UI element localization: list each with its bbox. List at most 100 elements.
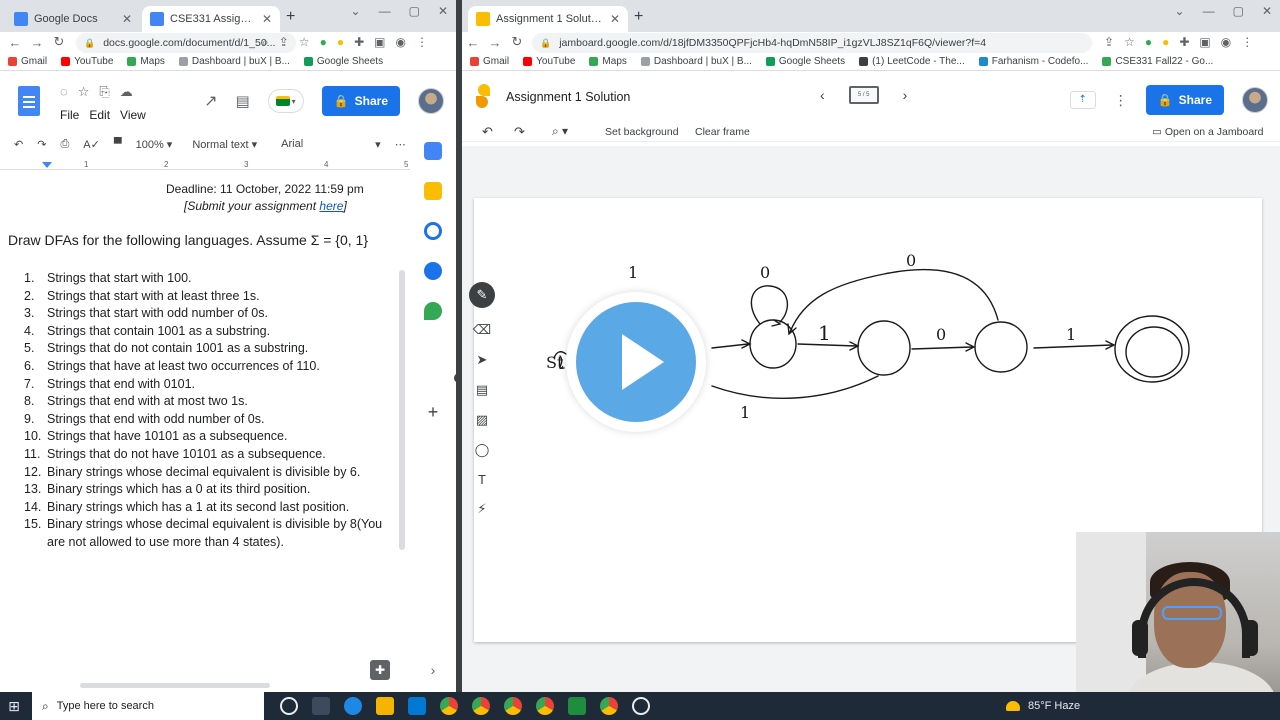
bookmark-youtube[interactable]: YouTube	[61, 56, 113, 67]
bookmark-drive[interactable]: CSE331 Fall22 - Go...	[1102, 56, 1213, 67]
close-window-icon[interactable]: ✕	[1262, 4, 1272, 18]
reload-icon[interactable]: ↻	[506, 34, 528, 50]
puzzle-icon[interactable]: ✚	[1179, 35, 1189, 49]
reload-icon[interactable]: ↻	[48, 34, 70, 50]
eraser-icon[interactable]: ⌫	[473, 322, 491, 338]
select-cursor-icon[interactable]: ➤	[477, 352, 488, 368]
bookmark-sheets[interactable]: Google Sheets	[765, 56, 845, 67]
paint-format-icon[interactable]: ▀	[114, 138, 122, 150]
bulb-icon[interactable]: ●	[337, 35, 344, 50]
minimize-icon[interactable]: —	[1203, 4, 1215, 18]
document-page[interactable]: Deadline: 11 October, 2022 11:59 pm [Sub…	[0, 172, 410, 680]
jamboard-logo-icon[interactable]	[476, 84, 490, 110]
spellcheck-icon[interactable]: A✓	[83, 138, 100, 151]
sticky-note-icon[interactable]: ▤	[476, 382, 488, 398]
grammarly-icon[interactable]: ●	[320, 35, 327, 50]
back-icon[interactable]: ←	[4, 35, 26, 50]
bookmark-youtube[interactable]: YouTube	[523, 56, 575, 67]
prev-frame-icon[interactable]: ‹	[820, 87, 825, 103]
circle-shape-icon[interactable]: ◯	[475, 442, 490, 458]
bookmark-dashboard[interactable]: Dashboard | buX | B...	[178, 56, 290, 67]
contacts-icon[interactable]	[424, 262, 442, 280]
tab-google-docs[interactable]: Google Docs ✕	[6, 6, 140, 32]
next-frame-icon[interactable]: ›	[903, 87, 908, 103]
close-icon[interactable]: ✕	[610, 12, 620, 26]
bookmark-gmail[interactable]: Gmail	[470, 56, 509, 67]
windows-start-icon[interactable]: ⊞	[0, 698, 28, 715]
print-icon[interactable]: ⎙	[60, 138, 69, 151]
sidebar-icon[interactable]: ▣	[374, 35, 385, 50]
bookmark-gmail[interactable]: Gmail	[8, 56, 47, 67]
puzzle-icon[interactable]: ✚	[354, 35, 364, 50]
chrome-icon-2[interactable]	[504, 697, 522, 715]
bookmark-maps[interactable]: Maps	[127, 56, 165, 67]
submit-link[interactable]: here	[319, 199, 343, 213]
bookmark-sheets[interactable]: Google Sheets	[303, 56, 383, 67]
profile-icon[interactable]: ◉	[395, 35, 405, 50]
menu-view[interactable]: View	[120, 108, 146, 122]
keep-icon[interactable]	[424, 182, 442, 200]
tasks-icon[interactable]	[424, 222, 442, 240]
chrome-icon[interactable]	[440, 697, 458, 715]
avatar[interactable]	[1242, 87, 1268, 113]
kebab-menu-icon[interactable]: ⋮	[416, 35, 428, 50]
vertical-scrollbar[interactable]	[399, 270, 405, 550]
play-icon[interactable]	[576, 302, 696, 422]
forward-icon[interactable]: →	[26, 35, 48, 50]
url-field[interactable]: 🔒 jamboard.google.com/d/18jfDM3350QPFjcH…	[532, 33, 1092, 53]
redo-icon[interactable]: ↷	[514, 124, 525, 140]
kebab-menu-icon[interactable]: ⋮	[1241, 35, 1253, 49]
share-button[interactable]: 🔒 Share	[321, 86, 400, 116]
close-icon[interactable]: ✕	[122, 12, 132, 26]
open-on-jamboard-button[interactable]: ▭ Open on a Jamboard	[1152, 126, 1264, 138]
style-select[interactable]: Normal text ▾	[192, 138, 257, 151]
maximize-icon[interactable]: ▢	[1233, 4, 1244, 18]
indent-marker-icon[interactable]	[42, 162, 52, 168]
horizontal-scrollbar[interactable]	[80, 683, 270, 688]
tab-assignment[interactable]: CSE331 Assignment 1 Fall ✕	[142, 6, 280, 32]
calendar-icon[interactable]	[424, 142, 442, 160]
chevron-down-icon[interactable]: ⌄	[351, 4, 361, 18]
clock-app-icon[interactable]	[632, 697, 650, 715]
text-box-icon[interactable]: T	[478, 472, 486, 487]
undo-icon[interactable]: ↶	[482, 124, 493, 140]
comment-icon[interactable]: ▤	[236, 92, 250, 110]
add-addon-icon[interactable]: +	[428, 402, 439, 423]
more-options-icon[interactable]: ⋮	[1114, 92, 1128, 109]
zoom-icon[interactable]: ⌕	[262, 35, 269, 50]
docs-logo-icon[interactable]	[18, 86, 40, 116]
bookmark-dashboard[interactable]: Dashboard | buX | B...	[640, 56, 752, 67]
avatar[interactable]	[418, 88, 444, 114]
close-window-icon[interactable]: ✕	[438, 4, 448, 18]
pen-icon[interactable]: ✎	[469, 282, 495, 308]
bulb-icon[interactable]: ●	[1162, 35, 1169, 49]
cortana-icon[interactable]	[280, 697, 298, 715]
undo-icon[interactable]: ↶	[14, 138, 23, 151]
file-explorer-icon[interactable]	[376, 697, 394, 715]
add-comment-icon[interactable]: ✚	[370, 660, 390, 680]
mail-icon[interactable]	[408, 697, 426, 715]
star-icon[interactable]: ☆	[78, 84, 90, 100]
present-icon[interactable]: ⇡	[1069, 91, 1096, 109]
close-icon[interactable]: ✕	[262, 12, 272, 26]
chevron-right-icon[interactable]: ›	[431, 662, 436, 678]
back-icon[interactable]: ←	[462, 35, 484, 50]
zoom-select[interactable]: 100% ▾	[136, 138, 173, 151]
cloud-icon[interactable]: ☁	[120, 84, 133, 100]
clear-frame-button[interactable]: Clear frame	[695, 126, 750, 138]
weather-text[interactable]: 85°F Haze	[1028, 700, 1080, 712]
more-icon[interactable]: ⋯	[395, 138, 406, 151]
bookmark-maps[interactable]: Maps	[589, 56, 627, 67]
menu-file[interactable]: File	[60, 108, 79, 122]
star-icon[interactable]: ☆	[1124, 35, 1135, 49]
frame-thumbnail[interactable]: 5 / 5	[848, 86, 879, 104]
move-icon[interactable]: ⎘	[99, 84, 109, 100]
font-select[interactable]: Arial	[281, 138, 361, 150]
video-play-overlay[interactable]	[566, 292, 706, 432]
laser-icon[interactable]: ⚡	[477, 501, 486, 517]
chrome-profile-icon[interactable]	[472, 697, 490, 715]
redo-icon[interactable]: ↷	[37, 138, 46, 151]
minimize-icon[interactable]: —	[379, 4, 391, 18]
forward-icon[interactable]: →	[484, 35, 506, 50]
grammarly-icon[interactable]: ●	[1145, 35, 1152, 49]
